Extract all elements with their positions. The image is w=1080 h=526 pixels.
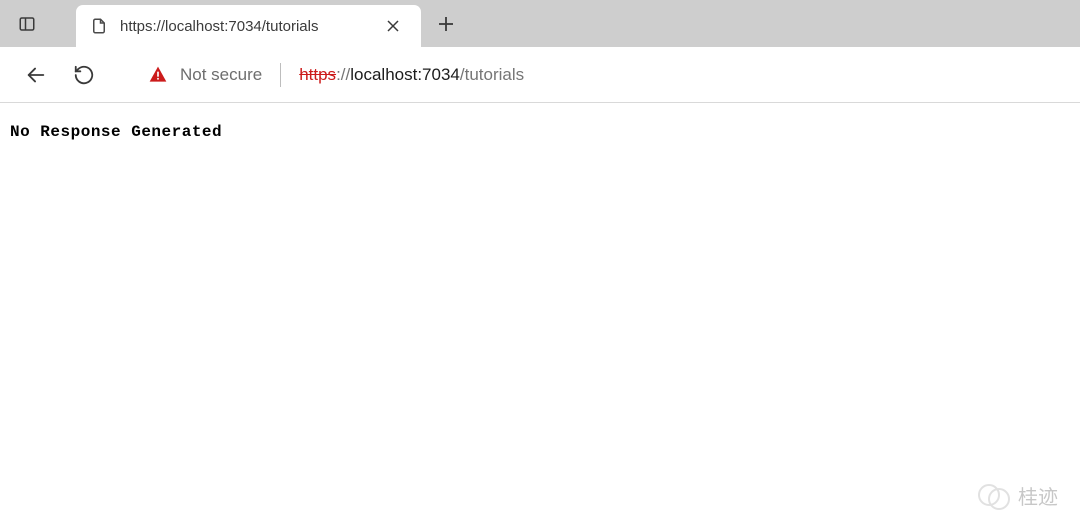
tab-strip: https://localhost:7034/tutorials [0,0,1080,47]
close-icon [387,20,399,32]
tab-actions-button[interactable] [8,5,46,43]
watermark: 桂迹 [978,481,1058,510]
plus-icon [438,16,454,32]
url-protocol: https [299,65,336,85]
toolbar: Not secure https://localhost:7034/tutori… [0,47,1080,103]
url-host: localhost:7034 [350,65,460,85]
back-button[interactable] [16,55,56,95]
watermark-icon [978,482,1012,510]
security-status-label: Not secure [180,65,262,85]
arrow-left-icon [25,64,47,86]
not-secure-icon [148,65,168,85]
url-text: https://localhost:7034/tutorials [299,65,524,85]
address-bar[interactable]: Not secure https://localhost:7034/tutori… [134,55,1064,95]
page-icon [90,17,108,35]
browser-tab[interactable]: https://localhost:7034/tutorials [76,5,421,47]
watermark-text: 桂迹 [1018,481,1058,510]
tab-title: https://localhost:7034/tutorials [120,18,367,35]
separator [280,63,281,87]
tab-actions-icon [18,15,36,33]
url-path: /tutorials [460,65,524,85]
close-tab-button[interactable] [379,12,407,40]
page-body-text: No Response Generated [0,103,1080,161]
url-protocol-sep: :// [336,65,350,85]
reload-icon [73,64,95,86]
new-tab-button[interactable] [427,5,465,43]
reload-button[interactable] [64,55,104,95]
